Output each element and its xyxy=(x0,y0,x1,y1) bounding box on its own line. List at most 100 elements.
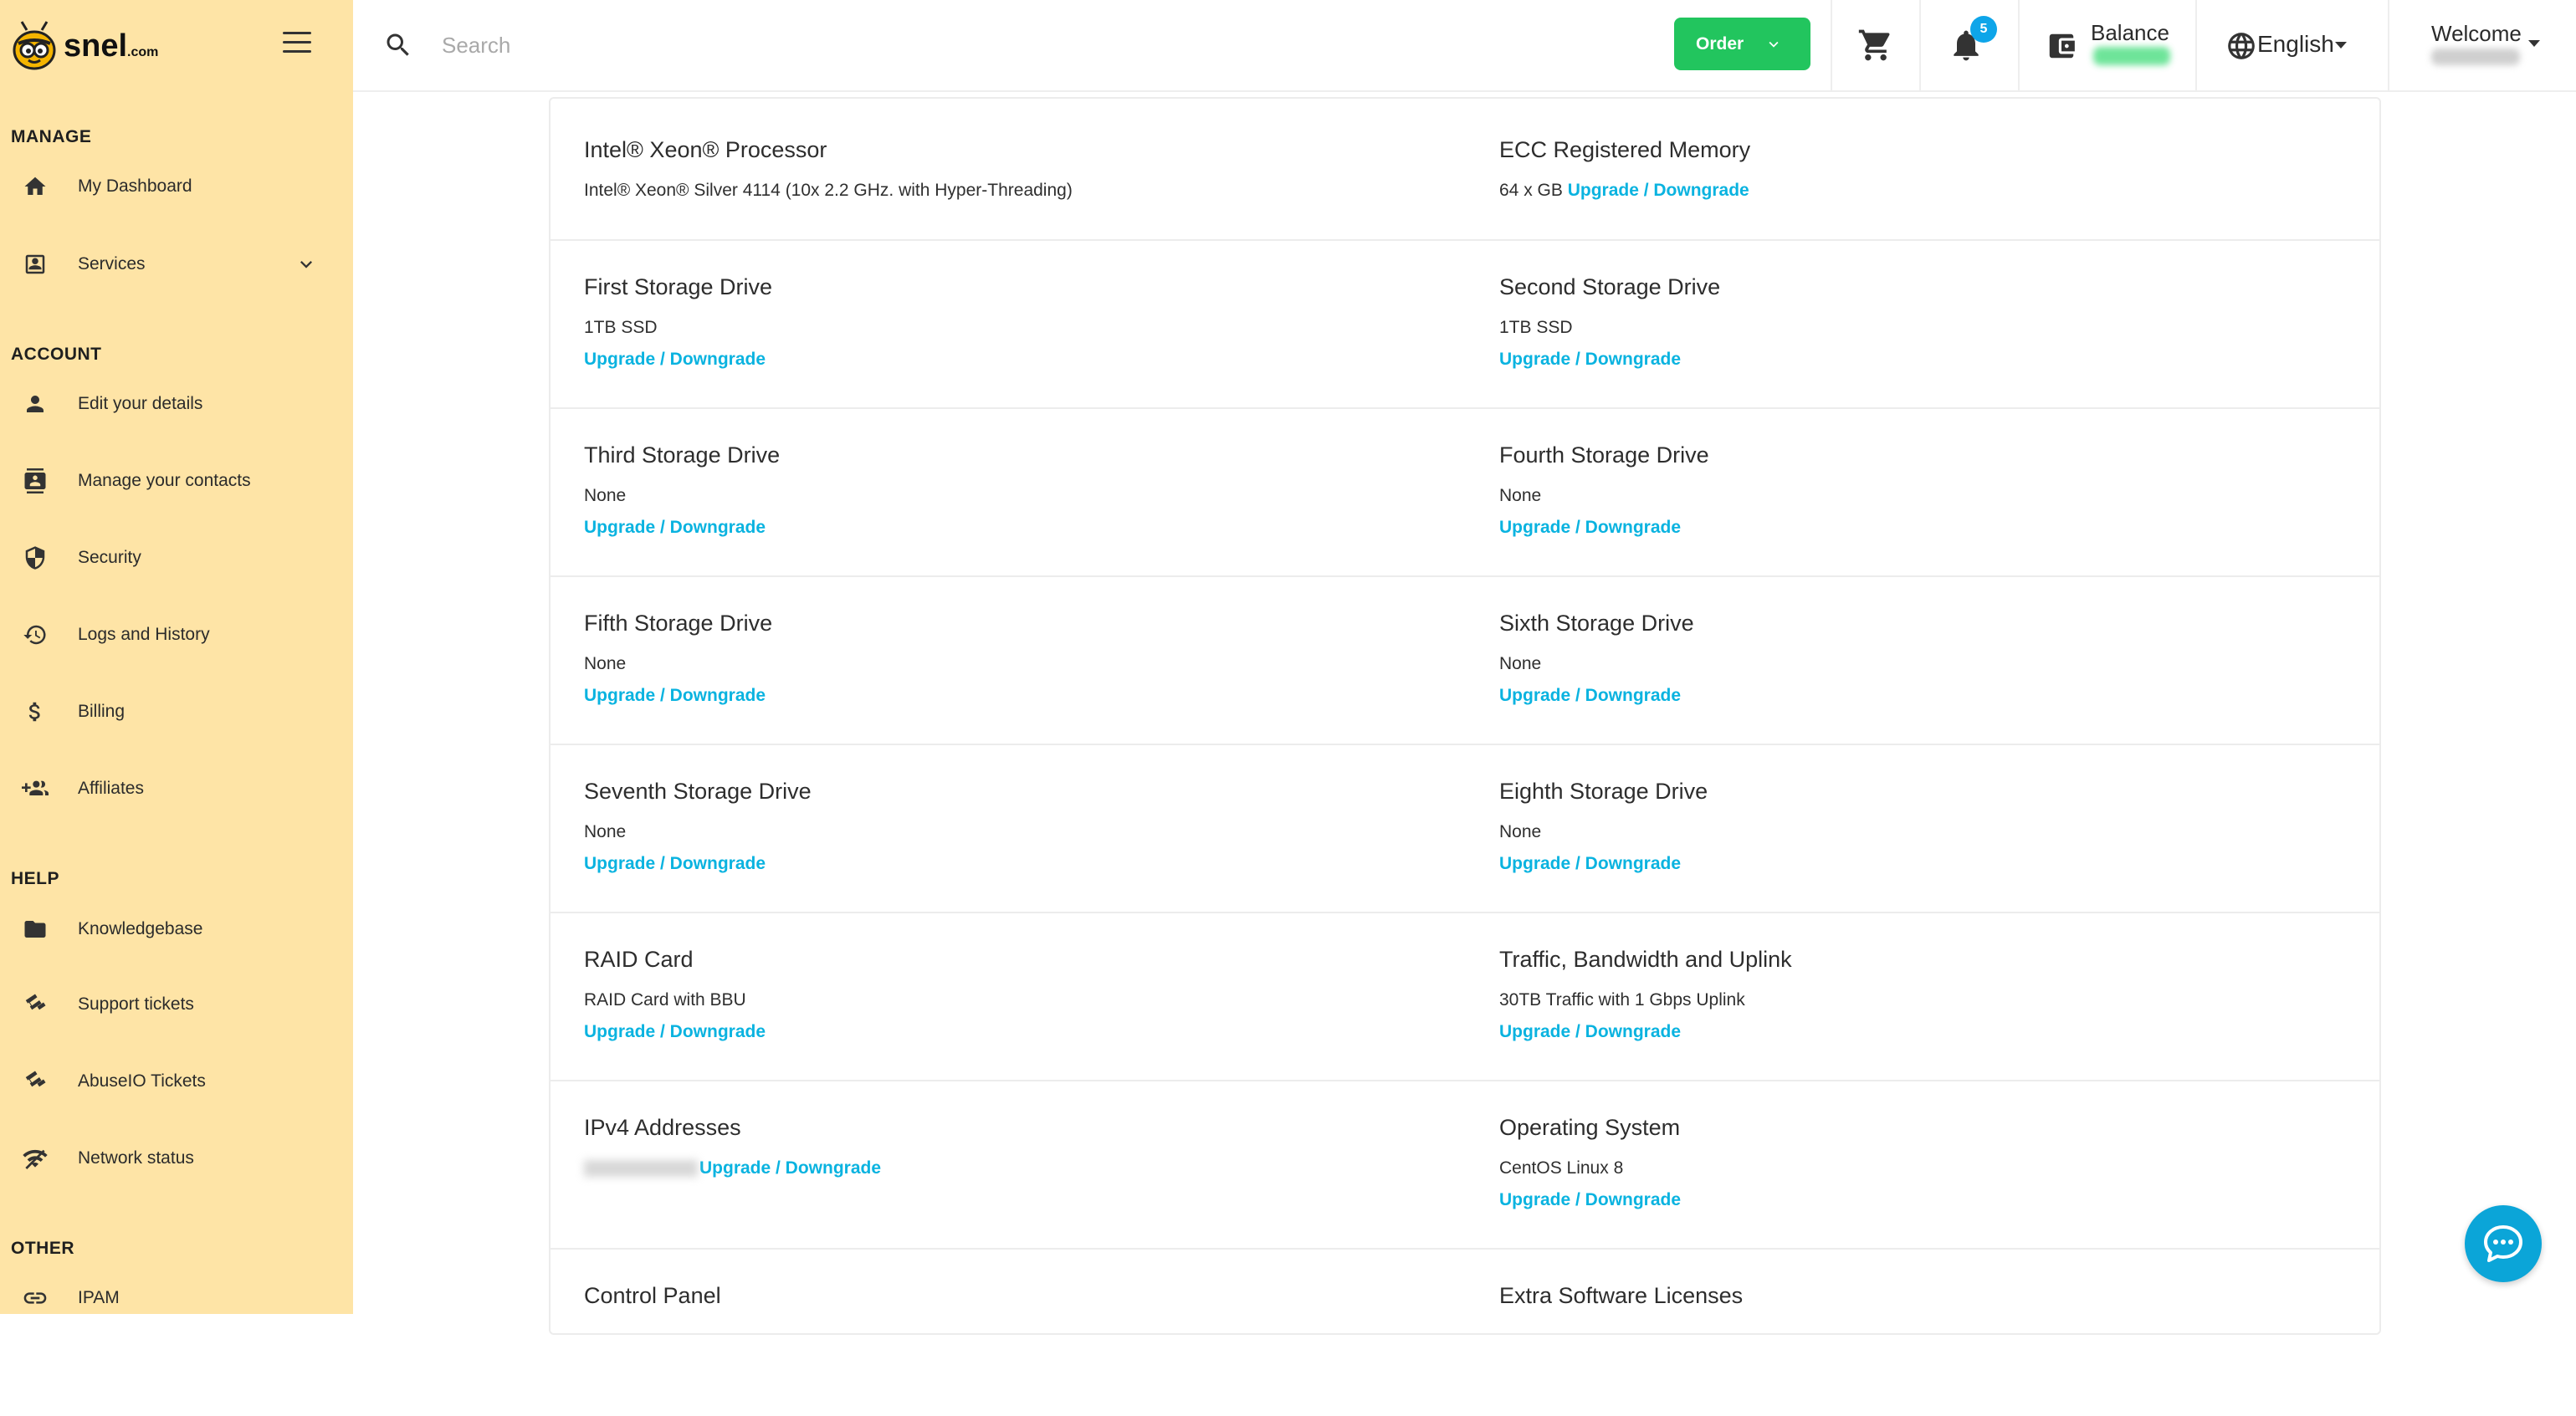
upgrade-downgrade-link[interactable]: Upgrade / Downgrade xyxy=(699,1158,881,1178)
upgrade-downgrade-link[interactable]: Upgrade / Downgrade xyxy=(1568,181,1749,200)
sidebar-item-label: Knowledgebase xyxy=(78,919,203,938)
spec-value: None xyxy=(584,486,627,505)
sidebar-item-edit-details[interactable]: Edit your details xyxy=(0,379,353,429)
spec-value: 64 x GB Upgrade / Downgrade xyxy=(1499,181,1749,200)
spec-value: None xyxy=(584,822,627,841)
sidebar-item-label: Billing xyxy=(78,702,125,721)
sidebar: snel.com MANAGE My Dashboard Services AC… xyxy=(0,0,353,1314)
brand-logo[interactable]: snel.com xyxy=(7,15,158,77)
header-divider xyxy=(2195,0,2197,90)
spec-value: 30TB Traffic with 1 Gbps Uplink xyxy=(1499,990,1745,1010)
sidebar-item-label: AbuseIO Tickets xyxy=(78,1071,206,1091)
spec-title: First Storage Drive xyxy=(584,274,773,299)
chat-bubble-icon xyxy=(2484,1225,2522,1262)
spec-value: None xyxy=(584,654,627,673)
sidebar-item-network-status[interactable]: Network status xyxy=(0,1133,353,1183)
upgrade-downgrade-link[interactable]: Upgrade / Downgrade xyxy=(584,350,766,370)
caret-down-icon[interactable] xyxy=(2527,38,2542,49)
order-button-label: Order xyxy=(1696,33,1744,54)
spec-title: Third Storage Drive xyxy=(584,442,781,468)
server-specs-card: Intel® Xeon® Processor Intel® Xeon® Silv… xyxy=(549,97,2381,1335)
sidebar-item-abuseio-tickets[interactable]: AbuseIO Tickets xyxy=(0,1056,353,1107)
spec-value: None xyxy=(1499,654,1542,673)
group-add-icon xyxy=(20,774,50,804)
spec-value: CentOS Linux 8 xyxy=(1499,1158,1624,1178)
sidebar-item-label: Edit your details xyxy=(78,394,203,413)
wifi-icon xyxy=(20,1143,50,1173)
globe-icon[interactable] xyxy=(2225,30,2257,62)
spec-title: Intel® Xeon® Processor xyxy=(584,137,827,162)
header-divider xyxy=(2388,0,2389,90)
sidebar-item-services[interactable]: Services xyxy=(0,239,353,289)
sidebar-item-security[interactable]: Security xyxy=(0,533,353,583)
sidebar-item-billing[interactable]: Billing xyxy=(0,687,353,737)
search-icon[interactable] xyxy=(383,30,413,60)
spec-title: Extra Software Licenses xyxy=(1499,1283,1744,1308)
menu-toggle-icon[interactable] xyxy=(283,32,311,55)
upgrade-downgrade-link[interactable]: Upgrade / Downgrade xyxy=(584,854,766,874)
welcome-label[interactable]: Welcome xyxy=(2431,21,2522,47)
spec-value: None xyxy=(1499,486,1542,505)
order-button[interactable]: Order xyxy=(1674,18,1810,70)
sidebar-item-label: Services xyxy=(78,254,146,273)
history-icon xyxy=(20,620,50,650)
header-divider xyxy=(1831,0,1832,90)
language-selector[interactable]: English xyxy=(2257,31,2334,58)
sidebar-item-support-tickets[interactable]: Support tickets xyxy=(0,979,353,1030)
link-icon xyxy=(20,1283,50,1313)
caret-down-icon[interactable] xyxy=(2333,40,2348,50)
spec-title: Control Panel xyxy=(584,1283,721,1308)
spec-row: Third Storage Drive None Upgrade / Downg… xyxy=(551,407,2379,577)
spec-row: Fifth Storage Drive None Upgrade / Downg… xyxy=(551,575,2379,745)
upgrade-downgrade-link[interactable]: Upgrade / Downgrade xyxy=(1499,518,1681,538)
spec-title: Fourth Storage Drive xyxy=(1499,442,1709,468)
sidebar-item-label: Manage your contacts xyxy=(78,471,251,490)
spec-value: RAID Card with BBU xyxy=(584,990,746,1010)
spec-title: Traffic, Bandwidth and Uplink xyxy=(1499,947,1792,972)
dollar-icon xyxy=(20,697,50,727)
upgrade-downgrade-link[interactable]: Upgrade / Downgrade xyxy=(584,686,766,706)
section-title-other: OTHER xyxy=(11,1239,74,1258)
spec-row: IPv4 Addresses Upgrade / Downgrade Opera… xyxy=(551,1080,2379,1250)
notification-badge: 5 xyxy=(1970,16,1997,43)
shield-icon xyxy=(20,543,50,573)
spec-row: RAID Card RAID Card with BBU Upgrade / D… xyxy=(551,912,2379,1081)
upgrade-downgrade-link[interactable]: Upgrade / Downgrade xyxy=(584,518,766,538)
spec-title: Second Storage Drive xyxy=(1499,274,1721,299)
upgrade-downgrade-link[interactable]: Upgrade / Downgrade xyxy=(1499,350,1681,370)
spec-title: ECC Registered Memory xyxy=(1499,137,1751,162)
upgrade-downgrade-link[interactable]: Upgrade / Downgrade xyxy=(1499,686,1681,706)
chevron-down-icon[interactable] xyxy=(294,253,318,276)
spec-title: RAID Card xyxy=(584,947,694,972)
sidebar-item-label: Support tickets xyxy=(78,994,194,1014)
spec-title: Operating System xyxy=(1499,1115,1681,1140)
spec-value: None xyxy=(1499,822,1542,841)
spec-row: First Storage Drive 1TB SSD Upgrade / Do… xyxy=(551,239,2379,409)
sidebar-item-affiliates[interactable]: Affiliates xyxy=(0,764,353,814)
sidebar-item-label: Affiliates xyxy=(78,779,144,798)
spec-row: Seventh Storage Drive None Upgrade / Dow… xyxy=(551,744,2379,913)
contacts-icon xyxy=(20,466,50,496)
cart-icon[interactable] xyxy=(1857,27,1894,64)
header-divider xyxy=(1919,0,1921,90)
sidebar-item-contacts[interactable]: Manage your contacts xyxy=(0,456,353,506)
sidebar-item-logs[interactable]: Logs and History xyxy=(0,610,353,660)
sidebar-item-knowledgebase[interactable]: Knowledgebase xyxy=(0,904,353,954)
sidebar-item-ipam[interactable]: IPAM xyxy=(0,1273,353,1314)
spec-title: Eighth Storage Drive xyxy=(1499,779,1708,804)
sidebar-item-dashboard[interactable]: My Dashboard xyxy=(0,161,353,212)
upgrade-downgrade-link[interactable]: Upgrade / Downgrade xyxy=(584,1022,766,1042)
top-header: Order 5 Balance English Welcome xyxy=(353,0,2576,92)
upgrade-downgrade-link[interactable]: Upgrade / Downgrade xyxy=(1499,1190,1681,1210)
upgrade-downgrade-link[interactable]: Upgrade / Downgrade xyxy=(1499,854,1681,874)
search-input[interactable] xyxy=(440,25,1029,65)
header-divider xyxy=(2018,0,2020,90)
balance-label[interactable]: Balance xyxy=(2091,20,2169,46)
spec-title: Seventh Storage Drive xyxy=(584,779,812,804)
section-title-account: ACCOUNT xyxy=(11,345,102,364)
brand-name: snel.com xyxy=(64,28,159,64)
upgrade-downgrade-link[interactable]: Upgrade / Downgrade xyxy=(1499,1022,1681,1042)
chat-button[interactable] xyxy=(2465,1205,2542,1282)
user-icon xyxy=(20,389,50,419)
spec-title: Sixth Storage Drive xyxy=(1499,611,1694,636)
